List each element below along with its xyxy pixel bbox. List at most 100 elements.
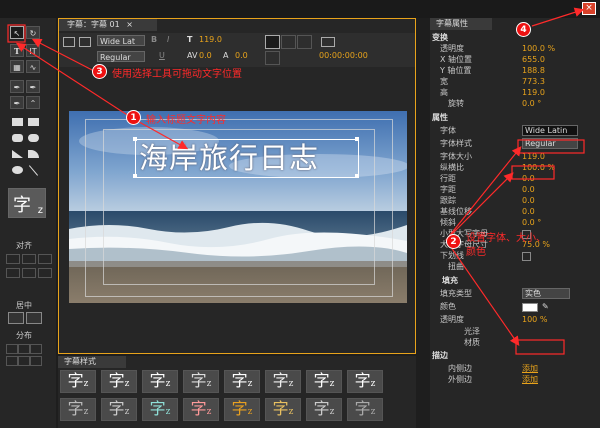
style-tile-z-icon: z [124,407,130,417]
tab-stops-button[interactable] [265,51,280,65]
style-tile[interactable]: 字z [265,398,301,421]
close-icon[interactable]: × [126,20,133,29]
color-swatch[interactable] [522,303,538,312]
section-stroke[interactable]: 描边 [430,350,590,361]
font-browse-button[interactable]: Wide Lat [97,35,145,46]
underline-checkbox[interactable] [522,252,531,261]
prop-opacity: 透明度 100.0 % [440,44,556,53]
handle-tr[interactable] [355,137,359,141]
font-select[interactable]: Wide Latin [522,125,578,136]
font-style-dropdown[interactable]: Regular [522,138,578,149]
clipped-rectangle-tool-icon[interactable] [28,118,39,126]
tools-panel: ↖ ↻ T IT ▦ ∿ ✒ ✒ ✒ ⌃ 字 z 对齐 居中 分布 [0,18,56,428]
ellipse-tool-icon[interactable] [12,166,23,174]
align-right-button[interactable] [297,35,312,49]
line-tool-icon[interactable] [28,165,39,176]
font-style-select[interactable]: Regular [97,51,145,62]
rounded-corner-tool-icon[interactable] [28,134,39,142]
arc-tool-icon[interactable] [28,150,39,158]
fill-type-dropdown[interactable]: 实色 [522,288,570,299]
style-tile[interactable]: 字z [347,370,383,393]
distribute-buttons [6,344,50,374]
title-text[interactable]: 海岸旅行日志 [139,141,319,175]
style-tile-z-icon: z [247,407,253,417]
annotation-note-2a: 设置字体、大小、 [466,233,546,244]
swatch-glyph: 字 [13,195,31,216]
style-tile[interactable]: 字z [265,370,301,393]
style-tile-glyph: 字 [108,399,125,418]
underline-icon[interactable]: U [159,51,165,60]
title-canvas[interactable]: 海岸旅行日志 [69,111,407,303]
prop-height: 高 119.0 [440,88,545,97]
style-tile[interactable]: 字z [183,370,219,393]
area-type-tool[interactable]: ▦ [10,60,24,73]
delete-anchor-tool[interactable]: ✒ [10,96,24,109]
rounded-rectangle-tool-icon[interactable] [12,134,23,142]
new-title-icon[interactable] [79,37,91,47]
style-tile-glyph: 字 [149,399,166,418]
convert-anchor-tool[interactable]: ⌃ [26,96,40,109]
wedge-tool-icon[interactable] [12,150,23,158]
prop-y: Y 轴位置 188.8 [440,66,545,75]
annotation-note-2b: 颜色 [466,247,486,258]
roll-crawl-icon[interactable] [63,37,75,47]
style-tile[interactable]: 字z [306,398,342,421]
properties-tab[interactable]: 字幕属性 [430,18,492,30]
prop-rotation: 旋转 0.0 ° [448,99,542,108]
prop-sheen[interactable]: 光泽 [430,326,590,337]
editor-tab[interactable]: 字幕：字幕 01 × [59,19,157,31]
style-tile[interactable]: 字z [306,370,342,393]
style-tile[interactable]: 字z [142,370,178,393]
center-vertical-button[interactable] [26,312,42,324]
rectangle-tool-icon[interactable] [12,118,23,126]
center-horizontal-button[interactable] [8,312,24,324]
window-close-icon[interactable]: × [582,2,596,15]
style-tile[interactable]: 字z [347,398,383,421]
timecode[interactable]: 00:00:00:00 [319,51,368,60]
add-anchor-tool[interactable]: ✒ [26,80,40,93]
handle-br[interactable] [355,174,359,178]
path-type-tool[interactable]: ∿ [26,60,40,73]
style-tile[interactable]: 字z [224,398,260,421]
section-attributes[interactable]: 属性 [430,112,590,123]
style-tile[interactable]: 字z [224,370,260,393]
section-fill[interactable]: 填充 [430,275,590,286]
section-transform[interactable]: 变换 [430,32,590,43]
style-tile-glyph: 字 [313,399,330,418]
prop-font-style: 字体样式 Regular [430,138,590,149]
annotation-note-1: 输入标题文字内容 [146,115,226,126]
kerning-value[interactable]: 0.0 [199,51,212,60]
style-tile[interactable]: 字z [60,398,96,421]
style-tile[interactable]: 字z [101,370,137,393]
prop-width: 宽 773.3 [440,77,545,86]
style-swatch: 字 z [8,188,46,218]
size-value[interactable]: 119.0 [199,35,222,44]
styles-tab[interactable]: 字幕样式 [58,356,126,368]
prop-texture[interactable]: 材质 [430,337,590,348]
style-tile-glyph: 字 [231,399,248,418]
italic-icon[interactable]: I [167,35,169,44]
align-left-button[interactable] [265,35,280,49]
background-video-icon[interactable] [321,37,335,47]
pen-tool[interactable]: ✒ [10,80,24,93]
prop-underline: 下划线 [430,250,590,261]
style-tile[interactable]: 字z [101,398,137,421]
style-tile[interactable]: 字z [142,398,178,421]
handle-tl[interactable] [133,137,137,141]
style-tile-z-icon: z [83,379,89,389]
eyedropper-icon[interactable]: ✎ [542,301,549,312]
leading-value[interactable]: 0.0 [235,51,248,60]
align-center-button[interactable] [281,35,296,49]
styles-tab-label: 字幕样式 [64,357,96,366]
selection-tool[interactable]: ↖ [10,26,24,39]
annotation-note-3: 使用选择工具可拖动文字位置 [112,69,242,80]
type-tool[interactable]: T [10,44,24,57]
rotation-tool[interactable]: ↻ [26,26,40,39]
style-tile[interactable]: 字z [60,370,96,393]
vertical-type-tool[interactable]: IT [26,44,40,57]
handle-bl[interactable] [133,174,137,178]
prop-distort[interactable]: 扭曲 [430,261,590,272]
bold-icon[interactable]: B [151,35,157,44]
style-tile[interactable]: 字z [183,398,219,421]
editor-tab-label: 字幕：字幕 01 [67,20,120,29]
